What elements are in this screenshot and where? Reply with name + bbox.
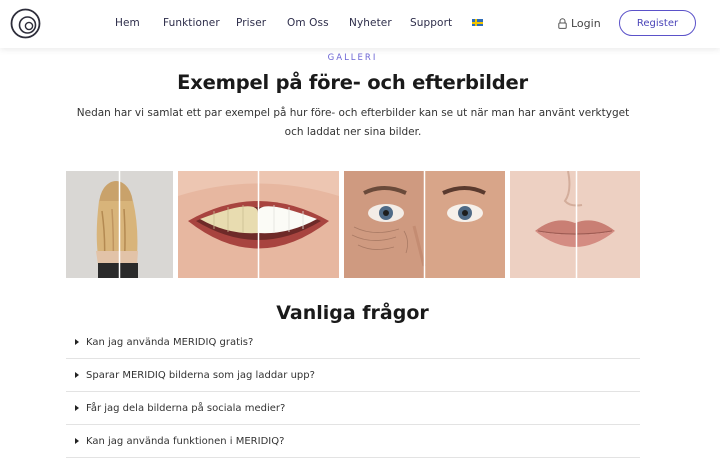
lock-icon [558, 17, 567, 29]
faq-item[interactable]: Kan jag använda funktionen i MERIDIQ? [66, 425, 640, 458]
faq-item[interactable]: Kan jag använda MERIDIQ gratis? [66, 326, 640, 359]
login-link[interactable]: Login [558, 16, 601, 30]
logo-icon[interactable] [9, 7, 42, 40]
faq-item[interactable]: Får jag dela bilderna på sociala medier? [66, 392, 640, 425]
site-header: Hem Funktioner Priser Om Oss Nyheter Sup… [0, 0, 720, 48]
nav-item-om-oss[interactable]: Om Oss [287, 17, 329, 29]
gallery-eyebrow: GALLERI [327, 53, 378, 63]
before-after-image-hair [66, 171, 173, 278]
before-after-image-lips [510, 171, 640, 278]
nav-item-funktioner[interactable]: Funktioner [163, 17, 220, 29]
nav-item-hem[interactable]: Hem [115, 17, 140, 29]
caret-right-icon [75, 405, 79, 411]
faq-question: Kan jag använda MERIDIQ gratis? [86, 336, 254, 348]
before-after-image-teeth [178, 171, 339, 278]
caret-right-icon [75, 339, 79, 345]
swedish-flag-icon[interactable] [472, 19, 483, 26]
faq-title: Vanliga frågor [276, 302, 429, 324]
faq-question: Får jag dela bilderna på sociala medier? [86, 402, 286, 414]
faq-question: Sparar MERIDIQ bilderna som jag laddar u… [86, 369, 315, 381]
before-after-image-eyes [344, 171, 505, 278]
faq-question: Kan jag använda funktionen i MERIDIQ? [86, 435, 285, 447]
caret-right-icon [75, 372, 79, 378]
gallery-title: Exempel på före- och efterbilder [177, 71, 528, 94]
nav-item-support[interactable]: Support [410, 17, 452, 29]
gallery-description: Nedan har vi samlat ett par exempel på h… [76, 107, 630, 138]
register-button[interactable]: Register [619, 10, 696, 36]
caret-right-icon [75, 438, 79, 444]
login-label: Login [571, 16, 601, 30]
faq-item[interactable]: Sparar MERIDIQ bilderna som jag laddar u… [66, 359, 640, 392]
nav-item-nyheter[interactable]: Nyheter [349, 17, 392, 29]
nav-item-priser[interactable]: Priser [236, 17, 266, 29]
